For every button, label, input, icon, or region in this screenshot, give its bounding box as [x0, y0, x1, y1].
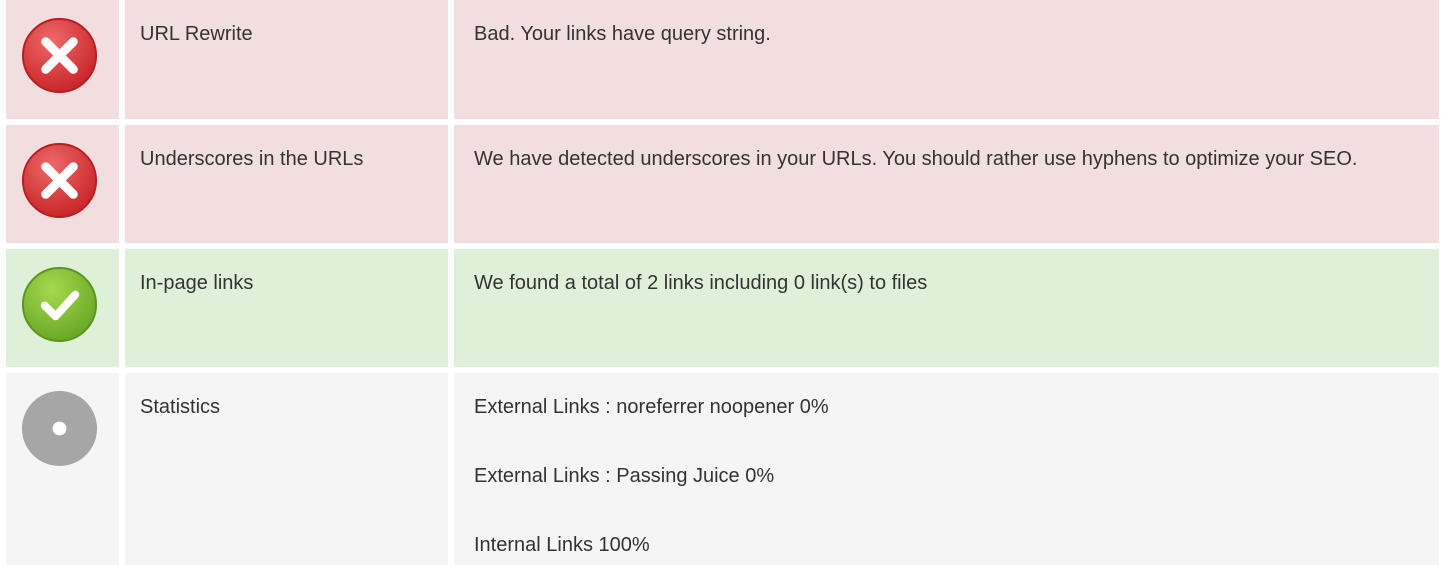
stat-external-noreferrer: External Links : noreferrer noopener 0% — [474, 396, 829, 418]
stat-internal-links: Internal Links 100% — [474, 534, 650, 556]
info-dot-icon — [21, 390, 98, 467]
check-description: We found a total of 2 links including 0 … — [474, 272, 928, 294]
check-icon — [21, 266, 98, 343]
error-icon — [21, 17, 98, 94]
check-description-cell: We found a total of 2 links including 0 … — [454, 249, 1439, 367]
check-name: In-page links — [140, 272, 254, 294]
seo-report: URL Rewrite Bad. Your links have query s… — [0, 0, 1445, 565]
check-name: Underscores in the URLs — [140, 148, 364, 170]
check-description: We have detected underscores in your URL… — [474, 148, 1358, 170]
statistics-cell: External Links : noreferrer noopener 0% … — [454, 373, 1439, 565]
status-cell — [6, 125, 119, 243]
report-row-statistics: Statistics External Links : noreferrer n… — [6, 373, 1439, 565]
check-name-cell: Underscores in the URLs — [125, 125, 448, 243]
check-description-cell: We have detected underscores in your URL… — [454, 125, 1439, 243]
status-cell — [6, 249, 119, 367]
check-name: URL Rewrite — [140, 23, 253, 45]
check-name: Statistics — [140, 396, 221, 418]
check-name-cell: URL Rewrite — [125, 0, 448, 119]
report-row-in-page-links: In-page links We found a total of 2 link… — [6, 249, 1439, 367]
report-row-underscores: Underscores in the URLs We have detected… — [6, 125, 1439, 243]
status-cell — [6, 373, 119, 565]
check-name-cell: Statistics — [125, 373, 448, 565]
check-description-cell: Bad. Your links have query string. — [454, 0, 1439, 119]
stat-external-passing-juice: External Links : Passing Juice 0% — [474, 465, 775, 487]
status-cell — [6, 0, 119, 119]
check-description: Bad. Your links have query string. — [474, 23, 771, 45]
report-row-url-rewrite: URL Rewrite Bad. Your links have query s… — [6, 0, 1439, 119]
error-icon — [21, 142, 98, 219]
check-name-cell: In-page links — [125, 249, 448, 367]
